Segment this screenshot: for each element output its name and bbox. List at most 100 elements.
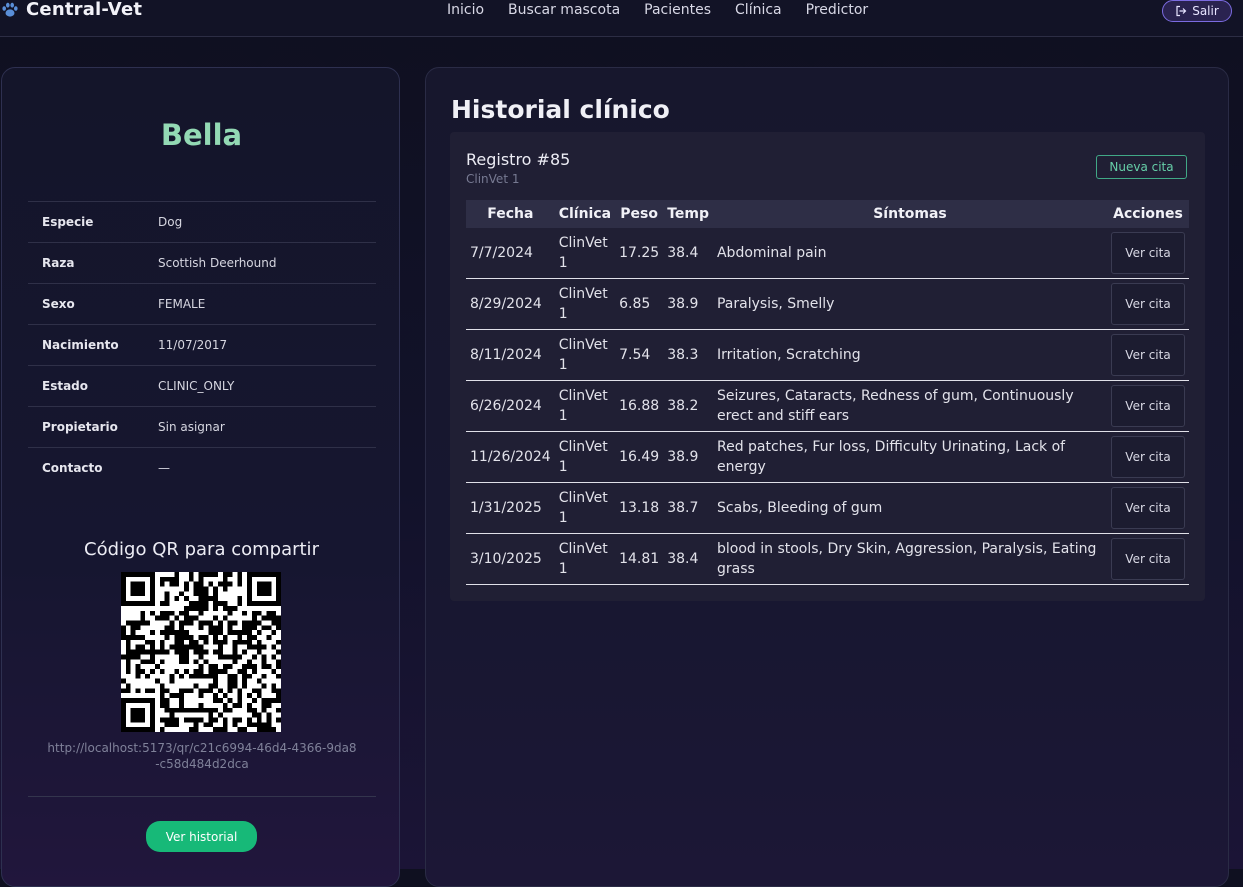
cell-clinica: ClinVet 1 (554, 533, 616, 585)
cell-peso: 13.18 (615, 482, 664, 534)
records-table: Fecha Clínica Peso Temp Síntomas Accione… (466, 200, 1189, 585)
view-appointment-button[interactable]: Ver cita (1111, 232, 1185, 274)
cell-fecha: 8/11/2024 (466, 329, 555, 381)
info-value: FEMALE (158, 297, 206, 311)
info-label: Sexo (42, 297, 75, 311)
nav-links: Inicio Buscar mascota Pacientes Clínica … (447, 2, 868, 18)
cell-temp: 38.4 (663, 228, 713, 279)
cell-temp: 38.9 (663, 278, 713, 330)
history-title: Historial clínico (451, 95, 670, 124)
cell-clinica: ClinVet 1 (554, 482, 616, 534)
cell-peso: 7.54 (615, 329, 664, 381)
info-row-especie: Especie Dog (28, 201, 376, 242)
cell-fecha: 1/31/2025 (466, 482, 555, 534)
cell-clinica: ClinVet 1 (554, 329, 616, 381)
cell-acciones: Ver cita (1107, 431, 1189, 483)
table-row: 6/26/2024 ClinVet 1 16.88 38.2 Seizures, Cat… (466, 380, 1189, 432)
col-temp: Temp (667, 206, 709, 222)
info-row-contacto: Contacto — (28, 447, 376, 488)
brand[interactable]: Central-Vet (0, 0, 142, 20)
logout-icon (1175, 5, 1187, 17)
view-appointment-button[interactable]: Ver cita (1111, 283, 1185, 325)
qr-title: Código QR para compartir (84, 539, 319, 560)
cell-sintomas: Red patches, Fur loss, Difficulty Urinat… (712, 431, 1107, 483)
cell-acciones: Ver cita (1107, 278, 1189, 330)
cell-clinica: ClinVet 1 (554, 431, 616, 483)
pet-name: Bella (160, 118, 243, 152)
cell-acciones: Ver cita (1107, 533, 1189, 585)
record-panel: Registro #85 ClinVet 1 Nueva cita Fecha … (450, 132, 1205, 601)
table-row: 3/10/2025 ClinVet 1 14.81 38.4 blood in stoo… (466, 533, 1189, 585)
cell-temp: 38.9 (663, 431, 713, 483)
info-row-estado: Estado CLINIC_ONLY (28, 365, 376, 406)
info-value: Sin asignar (158, 420, 225, 434)
view-history-button[interactable]: Ver historial (146, 821, 257, 852)
cell-fecha: 3/10/2025 (466, 533, 555, 585)
view-appointment-button[interactable]: Ver cita (1111, 538, 1185, 580)
cell-acciones: Ver cita (1107, 482, 1189, 534)
table-header: Fecha Clínica Peso Temp Síntomas Accione… (466, 200, 1189, 228)
navbar: Central-Vet Inicio Buscar mascota Pacien… (0, 0, 1243, 37)
view-appointment-button[interactable]: Ver cita (1111, 385, 1185, 427)
info-label: Propietario (42, 420, 118, 434)
table-row: 1/31/2025 ClinVet 1 13.18 38.7 Scabs, Bleedi… (466, 482, 1189, 534)
cell-peso: 16.49 (615, 431, 664, 483)
cell-sintomas: Seizures, Cataracts, Redness of gum, Con… (712, 380, 1107, 432)
cell-temp: 38.3 (663, 329, 713, 381)
cell-fecha: 6/26/2024 (466, 380, 555, 432)
cell-acciones: Ver cita (1107, 228, 1189, 279)
cell-peso: 17.25 (615, 228, 664, 279)
qr-code-icon (121, 572, 281, 732)
col-acciones: Acciones (1113, 206, 1183, 222)
info-label: Especie (42, 215, 94, 229)
info-value: CLINIC_ONLY (158, 379, 235, 393)
col-peso: Peso (620, 206, 658, 222)
col-clinica: Clínica (558, 206, 612, 222)
record-subtitle: ClinVet 1 (466, 172, 520, 186)
cell-clinica: ClinVet 1 (554, 380, 616, 432)
pet-profile-card: Bella Especie Dog Raza Scottish Deerhoun… (1, 67, 400, 887)
table-row: 8/29/2024 ClinVet 1 6.85 38.9 Paralysis, Sme… (466, 278, 1189, 330)
cell-sintomas: Irritation, Scratching (712, 329, 1107, 381)
new-appointment-button[interactable]: Nueva cita (1096, 155, 1187, 179)
nav-link-inicio[interactable]: Inicio (447, 2, 484, 18)
cell-fecha: 7/7/2024 (466, 228, 555, 279)
nav-link-buscar-mascota[interactable]: Buscar mascota (508, 2, 620, 18)
col-sintomas: Síntomas (873, 206, 947, 222)
info-label: Nacimiento (42, 338, 119, 352)
cell-sintomas: Abdominal pain (712, 228, 1107, 279)
info-row-propietario: Propietario Sin asignar (28, 406, 376, 447)
logout-button[interactable]: Salir (1162, 0, 1232, 22)
cell-sintomas: blood in stools, Dry Skin, Aggression, P… (712, 533, 1107, 585)
cell-peso: 6.85 (615, 278, 664, 330)
cell-temp: 38.4 (663, 533, 713, 585)
view-appointment-button[interactable]: Ver cita (1111, 436, 1185, 478)
view-appointment-button[interactable]: Ver cita (1111, 334, 1185, 376)
cell-fecha: 11/26/2024 (466, 431, 555, 483)
qr-url: http://localhost:5173/qr/c21c6994-46d4-4… (47, 741, 357, 771)
cell-peso: 14.81 (615, 533, 664, 585)
info-value: — (158, 461, 170, 475)
nav-link-predictor[interactable]: Predictor (806, 2, 869, 18)
cell-temp: 38.2 (663, 380, 713, 432)
info-row-raza: Raza Scottish Deerhound (28, 242, 376, 283)
record-title: Registro #85 (466, 150, 571, 169)
cell-clinica: ClinVet 1 (554, 278, 616, 330)
cell-fecha: 8/29/2024 (466, 278, 555, 330)
nav-link-pacientes[interactable]: Pacientes (644, 2, 711, 18)
nav-link-clinica[interactable]: Clínica (735, 2, 782, 18)
brand-name: Central-Vet (26, 0, 143, 20)
cell-temp: 38.7 (663, 482, 713, 534)
table-row: 8/11/2024 ClinVet 1 7.54 38.3 Irritation, Sc… (466, 329, 1189, 381)
history-card: Historial clínico Registro #85 ClinVet 1… (425, 67, 1229, 887)
table-row: 11/26/2024 ClinVet 1 16.49 38.9 Red patches,… (466, 431, 1189, 483)
table-row: 7/7/2024 ClinVet 1 17.25 38.4 Abdominal pain… (466, 228, 1189, 279)
view-appointment-button[interactable]: Ver cita (1111, 487, 1185, 529)
cell-acciones: Ver cita (1107, 329, 1189, 381)
paw-icon (0, 0, 20, 20)
info-row-sexo: Sexo FEMALE (28, 283, 376, 324)
info-row-nacimiento: Nacimiento 11/07/2017 (28, 324, 376, 365)
cell-clinica: ClinVet 1 (554, 228, 616, 279)
info-label: Contacto (42, 461, 103, 475)
cell-sintomas: Paralysis, Smelly (712, 278, 1107, 330)
